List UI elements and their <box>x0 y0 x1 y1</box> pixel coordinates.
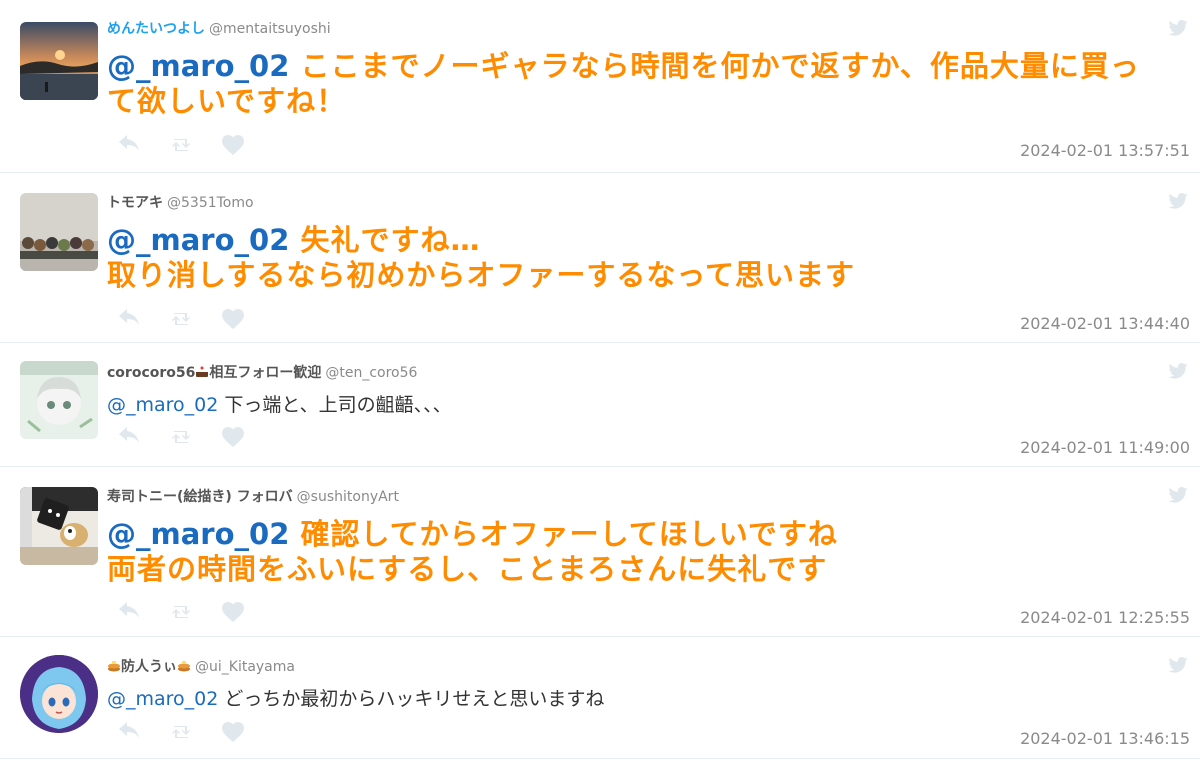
mention-link[interactable]: @_maro_02 <box>107 394 218 416</box>
user-handle[interactable]: @ui_Kitayama <box>195 659 295 675</box>
user-handle[interactable]: @5351Tomo <box>167 195 254 211</box>
tweet-card: 寿司トニー(絵描き) フォロバ @sushitonyArt @_maro_02 確… <box>0 467 1200 637</box>
reply-icon[interactable] <box>117 601 141 623</box>
user-name[interactable]: corocoro56 相互フォロー歓迎 <box>107 365 321 381</box>
tweet-text-line: 両者の時間をふいにするし、ことまろさんに失礼です <box>107 552 828 586</box>
tweet-text: @_maro_02 どっちか最初からハッキリせえと思いますね <box>107 685 1180 713</box>
avatar[interactable] <box>20 193 98 271</box>
retweet-icon[interactable] <box>169 426 193 448</box>
user-name[interactable]: 防人うぃ <box>107 659 191 675</box>
tweet-text-line: ここまでノーギャラなら時間を何かで返すか、作品大量に買っ <box>300 49 1140 83</box>
tweet-text: @_maro_02 下っ端と、上司の齟齬、、、 <box>107 391 1180 419</box>
tweet-timestamp[interactable]: 2024-02-01 13:57:51 <box>1020 141 1190 160</box>
tweet-feed: めんたいつよし @mentaitsuyoshi @_maro_02 ここまでノーギ… <box>0 0 1200 759</box>
avatar[interactable] <box>20 487 98 565</box>
tweet-text-line: どっちか最初からハッキリせえと思いますね <box>224 688 605 710</box>
tweet-content: 防人うぃ @ui_Kitayama @_maro_02 どっちか最初からハッキリせ… <box>107 657 1180 713</box>
retweet-icon[interactable] <box>169 308 193 330</box>
tweet-content: corocoro56 相互フォロー歓迎 @ten_coro56 @_maro_02 … <box>107 363 1180 419</box>
tweet-card: トモアキ @5351Tomo @_maro_02 失礼ですね… 取り消しするなら初… <box>0 173 1200 343</box>
pancake-emoji-icon <box>108 661 120 672</box>
tweet-header: corocoro56 相互フォロー歓迎 @ten_coro56 <box>107 363 1180 383</box>
mention-link[interactable]: @_maro_02 <box>107 49 289 83</box>
avatar[interactable] <box>20 361 98 439</box>
mention-link[interactable]: @_maro_02 <box>107 517 289 551</box>
tweet-header: 防人うぃ @ui_Kitayama <box>107 657 1180 677</box>
reply-icon[interactable] <box>117 308 141 330</box>
tweet-timestamp[interactable]: 2024-02-01 11:49:00 <box>1020 438 1190 457</box>
tweet-timestamp[interactable]: 2024-02-01 12:25:55 <box>1020 608 1190 627</box>
reply-icon[interactable] <box>117 134 141 156</box>
tweet-card: めんたいつよし @mentaitsuyoshi @_maro_02 ここまでノーギ… <box>0 0 1200 173</box>
retweet-icon[interactable] <box>169 601 193 623</box>
avatar[interactable] <box>20 655 98 733</box>
user-name[interactable]: 寿司トニー(絵描き) フォロバ <box>107 489 293 505</box>
tweet-text-line: て欲しいですね！ <box>107 84 347 118</box>
tweet-text: @_maro_02 確認してからオファーしてほしいですね 両者の時間をふいにする… <box>107 517 1180 587</box>
heart-icon[interactable] <box>221 308 245 330</box>
mention-link[interactable]: @_maro_02 <box>107 688 218 710</box>
tweet-content: トモアキ @5351Tomo @_maro_02 失礼ですね… 取り消しするなら初… <box>107 193 1180 293</box>
pancake-emoji-icon <box>178 661 190 672</box>
heart-icon[interactable] <box>221 134 245 156</box>
tweet-text: @_maro_02 失礼ですね… 取り消しするなら初めからオファーするなって思い… <box>107 223 1180 293</box>
tweet-text-line: 下っ端と、上司の齟齬、、、 <box>224 394 452 416</box>
user-name[interactable]: めんたいつよし <box>107 21 205 37</box>
avatar[interactable] <box>20 22 98 100</box>
tweet-card: corocoro56 相互フォロー歓迎 @ten_coro56 @_maro_02 … <box>0 343 1200 467</box>
tweet-content: 寿司トニー(絵描き) フォロバ @sushitonyArt @_maro_02 確… <box>107 487 1180 587</box>
heart-icon[interactable] <box>221 426 245 448</box>
tweet-text: @_maro_02 ここまでノーギャラなら時間を何かで返すか、作品大量に買っ て… <box>107 49 1180 119</box>
tweet-header: トモアキ @5351Tomo <box>107 193 1180 213</box>
tweet-actions <box>117 426 245 448</box>
tweet-text-line: 失礼ですね… <box>300 223 481 257</box>
tweet-actions <box>117 601 245 623</box>
heart-icon[interactable] <box>221 601 245 623</box>
user-name[interactable]: トモアキ <box>107 195 163 211</box>
tweet-timestamp[interactable]: 2024-02-01 13:44:40 <box>1020 314 1190 333</box>
reply-icon[interactable] <box>117 426 141 448</box>
tweet-text-line: 取り消しするなら初めからオファーするなって思います <box>107 258 855 292</box>
user-handle[interactable]: @ten_coro56 <box>325 365 417 381</box>
retweet-icon[interactable] <box>169 134 193 156</box>
cake-emoji-icon <box>196 366 209 377</box>
user-name-text: corocoro56 <box>107 365 196 381</box>
tweet-timestamp[interactable]: 2024-02-01 13:46:15 <box>1020 729 1190 748</box>
user-handle[interactable]: @sushitonyArt <box>297 489 399 505</box>
tweet-actions <box>117 308 245 330</box>
tweet-header: 寿司トニー(絵描き) フォロバ @sushitonyArt <box>107 487 1180 507</box>
tweet-card: 防人うぃ @ui_Kitayama @_maro_02 どっちか最初からハッキリせ… <box>0 637 1200 759</box>
tweet-content: めんたいつよし @mentaitsuyoshi @_maro_02 ここまでノーギ… <box>107 19 1180 119</box>
tweet-text-line: 確認してからオファーしてほしいですね <box>300 517 838 551</box>
user-name-suffix: 相互フォロー歓迎 <box>209 365 322 381</box>
retweet-icon[interactable] <box>169 721 193 743</box>
user-name-text: 防人うぃ <box>121 659 177 675</box>
tweet-actions <box>117 134 245 156</box>
tweet-actions <box>117 721 245 743</box>
mention-link[interactable]: @_maro_02 <box>107 223 289 257</box>
user-handle[interactable]: @mentaitsuyoshi <box>209 21 331 37</box>
reply-icon[interactable] <box>117 721 141 743</box>
tweet-header: めんたいつよし @mentaitsuyoshi <box>107 19 1180 39</box>
heart-icon[interactable] <box>221 721 245 743</box>
